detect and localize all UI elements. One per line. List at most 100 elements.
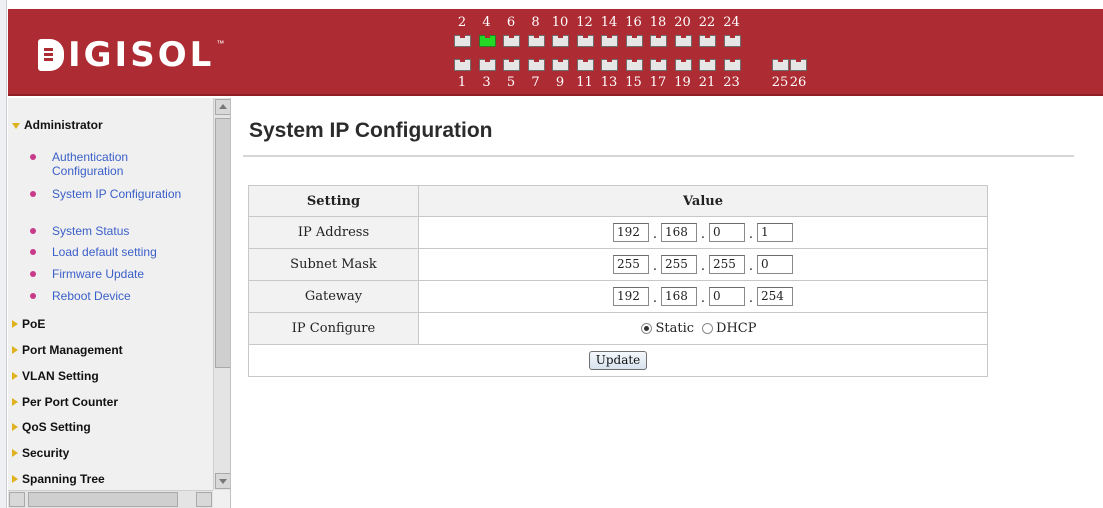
static-radio[interactable] [641, 323, 653, 334]
octet-separator: . [700, 259, 706, 274]
bullet-icon [30, 271, 36, 277]
port-2-indicator [454, 35, 471, 47]
nav-item-reboot-device[interactable]: Reboot Device [30, 289, 202, 303]
port-number-label: 15 [625, 75, 642, 90]
nav-group-port-management[interactable]: Port Management [12, 343, 123, 357]
nav-group-administrator[interactable]: Administrator [12, 118, 103, 132]
scroll-down-arrow-icon[interactable] [215, 473, 230, 489]
port-14-indicator [601, 35, 618, 47]
page-title: System IP Configuration [249, 119, 493, 142]
bullet-icon [30, 293, 36, 299]
static-radio-label[interactable]: Static [655, 321, 694, 336]
nav-item-label: Reboot Device [52, 289, 131, 303]
subnet-mask-row: Subnet Mask 255. 255. 255. 0 [248, 248, 988, 281]
scroll-thumb[interactable] [215, 118, 230, 368]
system-ip-config-table: Setting Value IP Address 192. 168. 0. 1 Sub… [248, 185, 988, 377]
nav-group-label: Per Port Counter [22, 395, 119, 409]
octet-separator: . [700, 291, 706, 306]
port-8-indicator [527, 35, 545, 47]
header-banner: IGISOL ™ 2 4 6 8 10 12 14 16 18 20 22 24 1 3 5 7 9 11 13 15… [8, 9, 1103, 96]
collapsed-arrow-icon [12, 372, 18, 380]
port-number-label: 9 [555, 75, 565, 90]
port-number-label: 17 [649, 75, 667, 90]
ip-address-octet-1[interactable]: 192 [613, 223, 649, 242]
nav-group-poe[interactable]: PoE [12, 317, 45, 331]
port-26-indicator [790, 59, 807, 71]
logo-d-glyph [38, 39, 64, 71]
gateway-octet-2[interactable]: 168 [661, 287, 697, 306]
subnet-mask-label: Subnet Mask [248, 248, 419, 281]
nav-group-vlan-setting[interactable]: VLAN Setting [12, 369, 99, 383]
nav-item-firmware-update[interactable]: Firmware Update [30, 267, 202, 281]
subnet-mask-octet-1[interactable]: 255 [613, 255, 649, 274]
nav-group-label: VLAN Setting [22, 369, 99, 383]
bullet-icon [30, 154, 36, 160]
port-number-label: 3 [482, 75, 491, 90]
dhcp-radio-label[interactable]: DHCP [716, 321, 756, 336]
sidebar-horizontal-scrollbar[interactable] [8, 490, 213, 508]
logo-text: IGISOL [68, 35, 215, 75]
port-20-indicator [674, 35, 692, 47]
octet-separator: . [652, 259, 658, 274]
bullet-icon [30, 249, 36, 255]
nav-group-label: Security [22, 446, 70, 460]
port-13-indicator [601, 59, 618, 71]
nav-group-qos-setting[interactable]: QoS Setting [12, 420, 91, 434]
gateway-octet-3[interactable]: 0 [709, 287, 745, 306]
ip-configure-label: IP Configure [248, 312, 419, 345]
port-number-label: 6 [506, 15, 516, 30]
update-button[interactable]: Update [588, 351, 648, 370]
nav-item-load-default-setting[interactable]: Load default setting [30, 245, 202, 259]
title-divider [243, 155, 1074, 157]
update-row: Update [248, 344, 988, 377]
port-10-indicator [552, 35, 569, 47]
sidebar-vertical-scrollbar[interactable] [213, 98, 230, 490]
expanded-arrow-icon [12, 123, 20, 129]
subnet-mask-octet-2[interactable]: 255 [661, 255, 697, 274]
nav-item-system-status[interactable]: System Status [30, 224, 202, 238]
ip-configure-value: Static DHCP [418, 312, 988, 345]
nav-group-label: PoE [22, 317, 46, 331]
nav-group-per-port-counter[interactable]: Per Port Counter [12, 395, 118, 409]
collapsed-arrow-icon [12, 449, 18, 457]
nav-item-authentication-configuration[interactable]: Authentication Configuration [30, 150, 202, 178]
scroll-right-arrow-icon[interactable] [196, 492, 212, 507]
port-25-indicator [772, 59, 789, 71]
octet-separator: . [652, 291, 658, 306]
logo-trademark: ™ [216, 39, 225, 48]
value-column-header: Value [418, 185, 988, 217]
ip-address-octet-2[interactable]: 168 [661, 223, 697, 242]
port-number-label: 7 [531, 75, 540, 90]
nav-group-spanning-tree[interactable]: Spanning Tree [12, 472, 105, 486]
gateway-octet-4[interactable]: 254 [757, 287, 793, 306]
port-number-label: 22 [698, 15, 716, 30]
port-18-indicator [650, 35, 667, 47]
update-cell: Update [248, 344, 988, 377]
port-number-label: 16 [625, 15, 642, 30]
ip-address-octet-3[interactable]: 0 [709, 223, 745, 242]
port-6-indicator [503, 35, 520, 47]
dhcp-radio[interactable] [702, 323, 714, 334]
nav-item-system-ip-configuration[interactable]: System IP Configuration [30, 187, 202, 201]
nav-item-label: System Status [52, 224, 130, 238]
gateway-octet-1[interactable]: 192 [613, 287, 649, 306]
octet-separator: . [748, 259, 754, 274]
port-number-label: 20 [674, 15, 691, 30]
ip-address-octet-4[interactable]: 1 [757, 223, 793, 242]
nav-item-label: System IP Configuration [52, 187, 182, 201]
nav-group-label: Port Management [22, 343, 123, 357]
nav-item-label: Load default setting [52, 245, 157, 259]
scroll-left-arrow-icon[interactable] [9, 492, 25, 507]
gateway-label: Gateway [248, 280, 419, 313]
port-number-label: 19 [674, 75, 691, 90]
ip-address-value: 192. 168. 0. 1 [418, 216, 988, 249]
port-number-label: 10 [551, 15, 569, 30]
subnet-mask-octet-3[interactable]: 255 [709, 255, 745, 274]
collapsed-arrow-icon [12, 423, 18, 431]
nav-group-security[interactable]: Security [12, 446, 69, 460]
nav-group-label: Administrator [24, 118, 103, 132]
scroll-up-arrow-icon[interactable] [215, 99, 230, 115]
scroll-horizontal-thumb[interactable] [28, 492, 178, 507]
port-number-label: 1 [457, 75, 467, 90]
subnet-mask-octet-4[interactable]: 0 [757, 255, 793, 274]
